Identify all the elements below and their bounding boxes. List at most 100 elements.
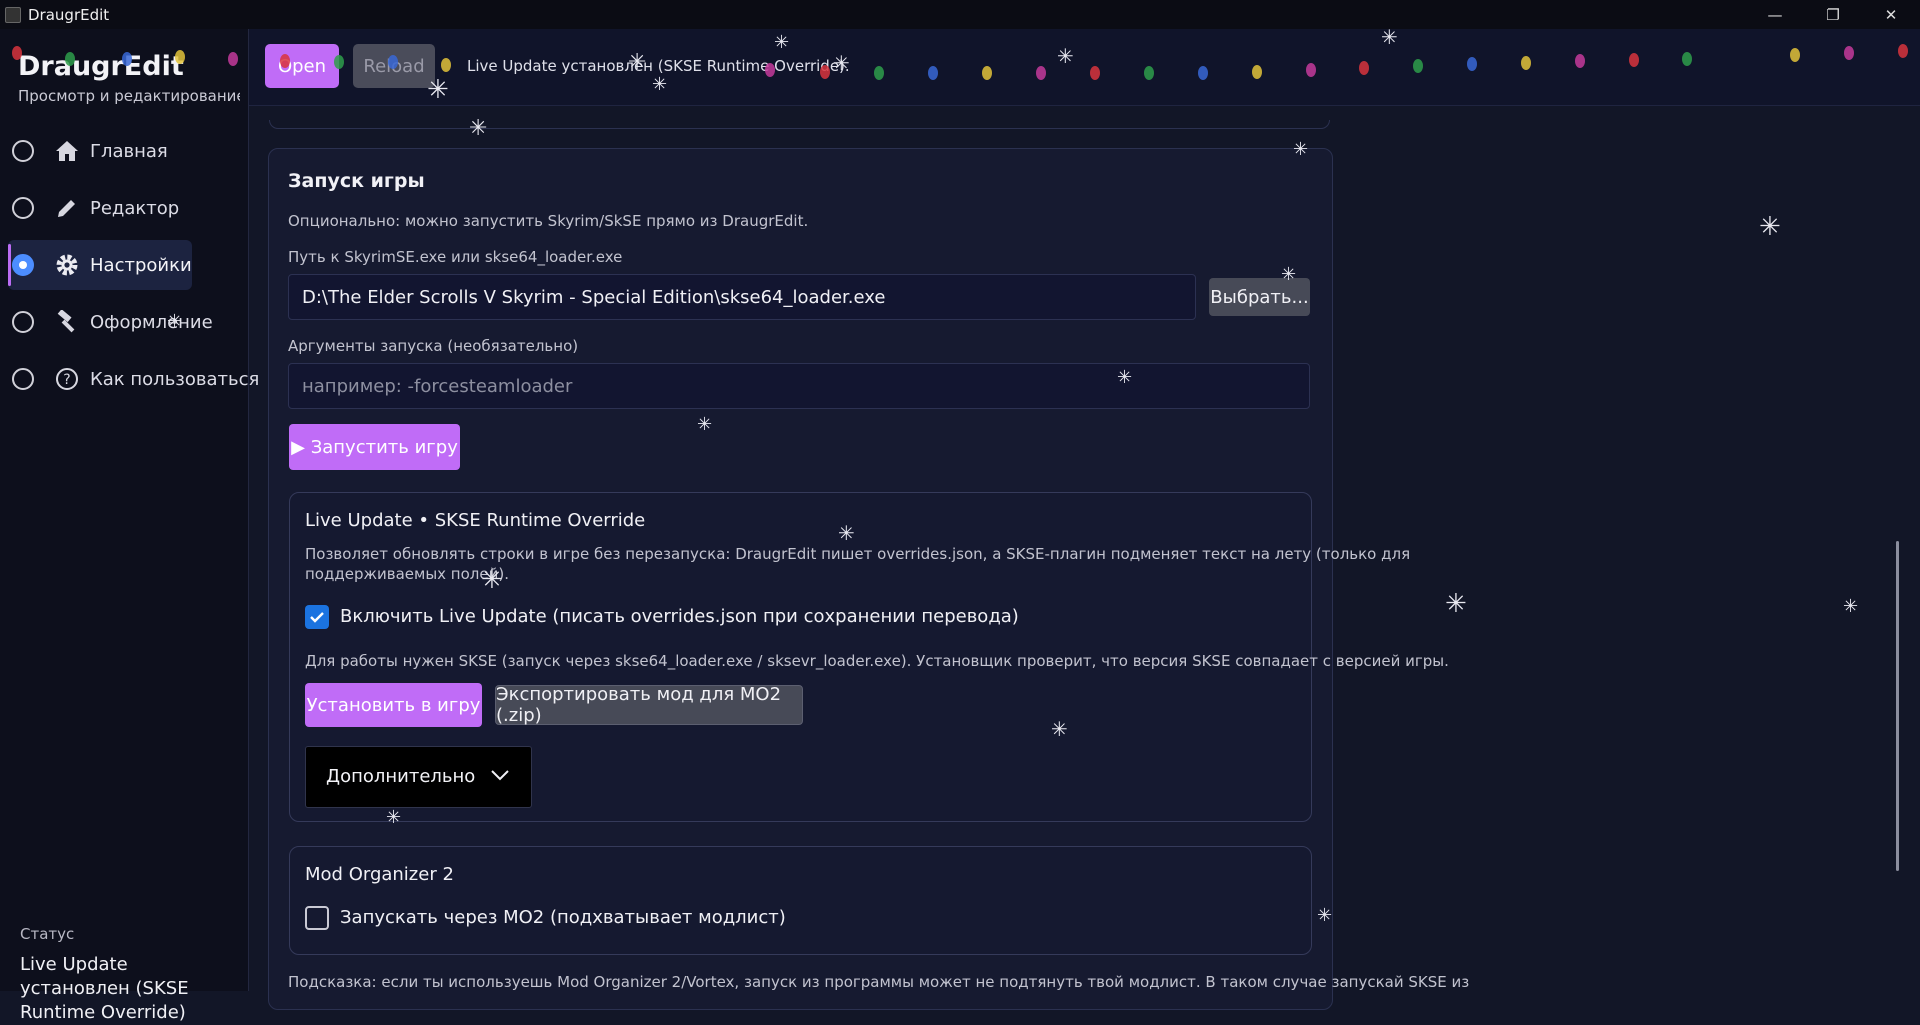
bulb-icon [1413, 59, 1423, 73]
nav-item-settings[interactable]: Настройки [8, 240, 192, 290]
window-controls: — ❐ ✕ [1746, 0, 1920, 29]
snowflake-icon: ✳ [1759, 212, 1781, 242]
help-icon: ? [54, 366, 80, 392]
status-text: Live Update установлен (SKSE Runtime Ove… [20, 954, 189, 1023]
minimize-button[interactable]: — [1746, 0, 1804, 29]
status-label: Статус [20, 925, 75, 943]
check-icon [310, 612, 324, 623]
snowflake-icon: ✳ [167, 311, 183, 332]
advanced-dropdown[interactable]: Дополнительно [305, 746, 532, 808]
nav-item-editor[interactable]: Редактор [8, 183, 192, 233]
snowflake-icon: ✳ [386, 807, 402, 828]
args-label: Аргументы запуска (необязательно) [288, 337, 579, 355]
bulb-icon [1629, 53, 1639, 67]
open-button[interactable]: Open [265, 44, 339, 88]
bulb-icon [388, 55, 398, 69]
app-tagline: Просмотр и редактирование ст [18, 87, 240, 105]
bulb-icon [1467, 57, 1477, 71]
snowflake-icon: ✳ [1293, 139, 1309, 160]
launch-args-input[interactable]: например: -forcesteamloader [288, 363, 1310, 409]
toolbar: Open Reload Live Update установлен (SKSE… [249, 29, 1920, 106]
nav-item-help[interactable]: ? Как пользоваться [8, 354, 259, 404]
snowflake-icon: ✳ [833, 51, 850, 75]
live-update-checkbox[interactable] [305, 605, 329, 629]
snowflake-icon: ✳ [1843, 596, 1859, 617]
nav-item-home[interactable]: Главная [8, 126, 192, 176]
bulb-icon [441, 58, 451, 72]
radio-icon [12, 311, 34, 333]
mo2-title: Mod Organizer 2 [305, 864, 454, 885]
bulb-icon [1144, 66, 1154, 80]
bulb-icon [1252, 65, 1262, 79]
live-update-note: Для работы нужен SKSE (запуск через skse… [305, 652, 1449, 670]
bulb-icon [1682, 52, 1692, 66]
bulb-icon [334, 55, 344, 69]
live-update-description-cont: поддерживаемых полей). [305, 565, 509, 583]
bulb-icon [1198, 66, 1208, 80]
radio-icon [12, 140, 34, 162]
bulb-icon [1790, 48, 1800, 62]
bulb-icon [12, 46, 22, 60]
bulb-icon [765, 63, 775, 77]
mo2-checkbox[interactable] [305, 906, 329, 930]
snowflake-icon: ✳ [1057, 44, 1074, 68]
snowflake-icon: ✳ [628, 50, 647, 75]
snowflake-icon: ✳ [1317, 905, 1333, 926]
bulb-icon [928, 66, 938, 80]
nav-item-appearance[interactable]: Оформление [8, 297, 213, 347]
snowflake-icon: ✳ [774, 32, 790, 53]
snowflake-icon: ✳ [1117, 367, 1133, 388]
bulb-icon [228, 52, 238, 66]
window-title: DraugrEdit [28, 5, 110, 24]
bulb-icon [1898, 44, 1908, 58]
snowflake-icon: ✳ [1445, 589, 1467, 619]
export-mo2-button[interactable]: Экспортировать мод для MO2 (.zip) [495, 684, 803, 726]
bulb-icon [1844, 46, 1854, 60]
home-icon [54, 138, 80, 164]
snowflake-icon: ✳ [1051, 717, 1068, 741]
bulb-icon [1575, 54, 1585, 68]
bulb-icon [874, 66, 884, 80]
live-update-checkbox-label: Включить Live Update (писать overrides.j… [340, 606, 1019, 627]
game-path-input[interactable]: D:\The Elder Scrolls V Skyrim - Special … [288, 274, 1196, 320]
close-button[interactable]: ✕ [1862, 0, 1920, 29]
radio-icon [12, 197, 34, 219]
snowflake-icon: ✳ [1281, 264, 1297, 285]
bulb-icon [1036, 66, 1046, 80]
bulb-icon [1306, 63, 1316, 77]
snowflake-icon: ✳ [481, 565, 503, 595]
scrollbar-thumb[interactable] [1896, 541, 1899, 871]
live-update-description: Позволяет обновлять строки в игре без пе… [305, 545, 1411, 563]
launch-description: Опционально: можно запустить Skyrim/SkSE… [288, 212, 809, 230]
snowflake-icon: ✳ [427, 75, 449, 105]
maximize-button[interactable]: ❐ [1804, 0, 1862, 29]
launch-title: Запуск игры [288, 170, 425, 192]
nav-item-label: Как пользоваться [90, 368, 260, 390]
run-game-button[interactable]: ▶ Запустить игру [289, 424, 460, 470]
title-bar: DraugrEdit — ❐ ✕ [0, 0, 1920, 29]
nav-item-label: Оформление [90, 311, 213, 333]
svg-text:?: ? [63, 372, 70, 388]
bulb-icon [1359, 61, 1369, 75]
bulb-icon [280, 54, 290, 68]
bulb-icon [982, 66, 992, 80]
bulb-icon [1090, 66, 1100, 80]
mo2-checkbox-label: Запускать через MO2 (подхватывает модлис… [340, 907, 786, 928]
snowflake-icon: ✳ [469, 116, 488, 141]
live-update-title: Live Update • SKSE Runtime Override [305, 510, 646, 531]
hint-text: Подсказка: если ты используешь Mod Organ… [288, 973, 1470, 991]
bulb-icon [1521, 56, 1531, 70]
snowflake-icon: ✳ [1381, 25, 1398, 49]
previous-card-edge [269, 120, 1330, 129]
radio-icon [12, 254, 34, 276]
bulb-icon [175, 50, 185, 64]
snowflake-icon: ✳ [652, 74, 668, 95]
bulb-icon [65, 52, 75, 66]
nav-item-label: Главная [90, 140, 168, 162]
install-button[interactable]: Установить в игру [305, 683, 482, 727]
path-label: Путь к SkyrimSE.exe или skse64_loader.ex… [288, 248, 623, 266]
hammer-icon [54, 309, 80, 335]
mo2-card [289, 846, 1312, 955]
snowflake-icon: ✳ [838, 521, 855, 545]
chevron-down-icon [491, 770, 509, 781]
